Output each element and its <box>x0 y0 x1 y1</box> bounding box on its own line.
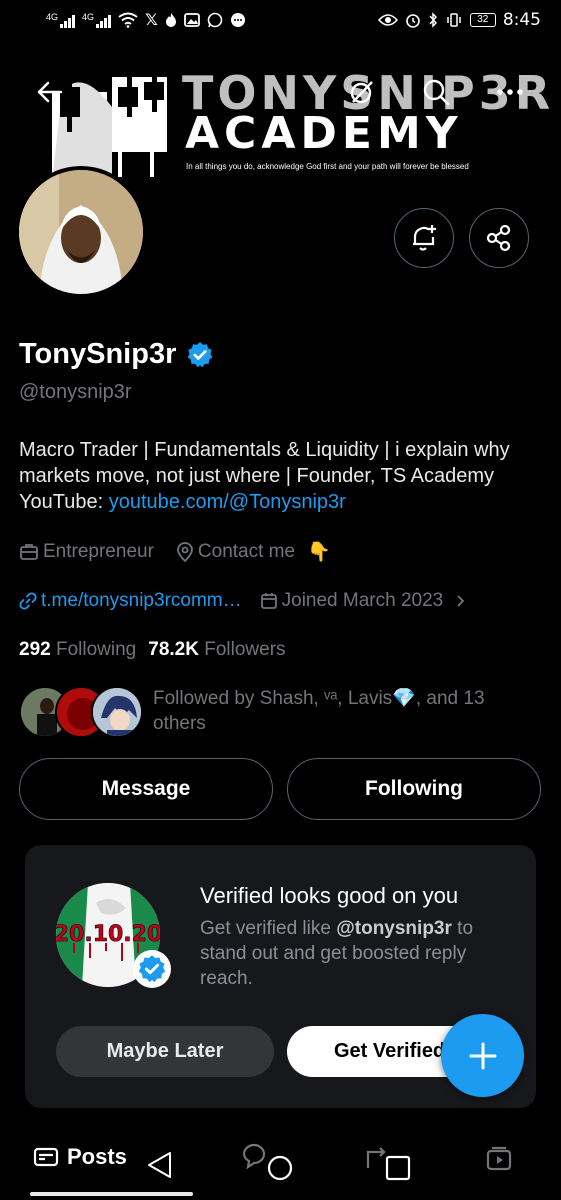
category-item: Entrepreneur <box>19 541 154 563</box>
more-horizontal-icon <box>497 89 523 95</box>
tab-posts[interactable]: Posts <box>33 1144 127 1170</box>
following-label: Following <box>55 639 137 660</box>
card-desc-before: Get verified like <box>200 918 337 939</box>
clock: 8:45 <box>502 10 541 30</box>
website-link[interactable]: t.me/tonysnip3rcomm… <box>19 590 242 612</box>
profile-bio: Macro Trader | Fundamentals & Liquidity … <box>19 437 539 515</box>
plus-icon <box>469 1042 496 1069</box>
network-type-1: 4G <box>46 12 59 22</box>
follow-counts: 292 Following 78.2K Followers <box>19 639 286 661</box>
chevron-right-icon <box>457 595 465 607</box>
link-icon <box>19 592 37 610</box>
following-count: 292 <box>19 639 51 660</box>
profile-meta-row-1: Entrepreneur Contact me 👇 <box>19 540 331 564</box>
bell-plus-icon <box>413 225 436 251</box>
calendar-icon <box>260 593 277 609</box>
following-button[interactable]: Following <box>287 758 541 820</box>
notifications-subscribe-button[interactable] <box>394 208 454 268</box>
search-icon <box>423 79 450 106</box>
card-title: Verified looks good on you <box>200 883 459 908</box>
verified-badge-icon <box>138 955 166 983</box>
share-icon <box>486 224 511 252</box>
briefcase-icon <box>20 544 38 560</box>
card-verified-badge <box>133 950 171 988</box>
status-right: 32 8:45 <box>377 10 541 30</box>
card-avatar-text: 20.10.20 <box>56 922 160 947</box>
profile-avatar[interactable] <box>15 166 147 298</box>
status-bar: 4G 4G 𝕏 32 8:45 <box>0 0 561 40</box>
signal-2: 4G <box>82 12 112 28</box>
grok-icon <box>350 81 373 104</box>
compose-post-button[interactable] <box>441 1014 524 1097</box>
back-button[interactable] <box>34 76 66 108</box>
whatsapp-icon <box>207 12 223 28</box>
display-name-text: TonySnip3r <box>19 338 177 370</box>
bio-link[interactable]: youtube.com/@Tonysnip3r <box>109 491 346 513</box>
joined-text: Joined March 2023 <box>281 590 444 611</box>
more-options-button[interactable] <box>494 76 526 108</box>
followers-count-link[interactable]: 78.2K Followers <box>148 639 285 661</box>
share-profile-button[interactable] <box>469 208 529 268</box>
grok-button[interactable] <box>346 76 378 108</box>
signal-bars-1-icon <box>60 14 76 28</box>
home-indicator[interactable] <box>30 1192 193 1196</box>
signal-bars-2-icon <box>96 14 112 28</box>
nav-back-icon[interactable] <box>145 1150 175 1180</box>
network-type-2: 4G <box>82 12 95 22</box>
followed-by-row[interactable]: Followed by Shash, ᵛᵃ, Lavis💎, and 13 ot… <box>19 686 533 738</box>
follower-avatar-3 <box>91 686 143 738</box>
nav-home-icon[interactable] <box>266 1154 294 1182</box>
card-desc-handle: @tonysnip3r <box>336 918 452 939</box>
gallery-notification-icon <box>184 13 200 27</box>
followers-label: Followers <box>204 639 286 660</box>
wifi-icon <box>118 12 138 28</box>
bottom-bar: Posts <box>0 1124 561 1200</box>
posts-icon <box>33 1147 59 1167</box>
banner-subtitle: ACADEMY <box>185 108 463 159</box>
website-text: t.me/tonysnip3rcomm… <box>41 590 242 611</box>
display-name: TonySnip3r <box>19 338 214 371</box>
tab-media-icon[interactable] <box>485 1146 513 1172</box>
verified-badge-icon[interactable] <box>186 341 214 369</box>
x-app-icon: 𝕏 <box>145 12 158 29</box>
chat-bubble-icon <box>230 13 245 27</box>
avatar-photo <box>19 170 143 294</box>
arrow-left-icon <box>37 81 63 103</box>
message-button[interactable]: Message <box>19 758 273 820</box>
profile-handle: @tonysnip3r <box>19 381 132 403</box>
signal-1: 4G <box>46 12 76 28</box>
location-text: Contact me <box>197 541 296 562</box>
alarm-icon <box>406 14 420 28</box>
banner-tagline: In all things you do, acknowledge God fi… <box>186 162 469 171</box>
search-button[interactable] <box>420 76 452 108</box>
vibrate-icon <box>447 13 461 27</box>
followed-by-text: Followed by Shash, ᵛᵃ, Lavis💎, and 13 ot… <box>153 688 485 734</box>
location-item: Contact me 👇 <box>176 540 331 564</box>
battery-indicator: 32 <box>469 13 496 27</box>
nav-recents-icon[interactable] <box>384 1154 412 1182</box>
category-text: Entrepreneur <box>43 541 154 562</box>
joined-item[interactable]: Joined March 2023 <box>260 590 468 612</box>
tab-posts-label: Posts <box>67 1144 127 1169</box>
card-description: Get verified like @tonysnip3r to stand o… <box>200 916 520 991</box>
follower-avatars <box>19 686 143 738</box>
location-pin-icon <box>177 542 193 562</box>
maybe-later-button[interactable]: Maybe Later <box>56 1026 274 1077</box>
following-count-link[interactable]: 292 Following <box>19 639 136 661</box>
bluetooth-icon <box>429 12 437 28</box>
eye-icon <box>377 14 398 26</box>
status-left: 4G 4G 𝕏 <box>46 10 246 30</box>
profile-meta-row-2: t.me/tonysnip3rcomm… Joined March 2023 <box>19 590 467 612</box>
flame-icon <box>165 13 176 27</box>
pointing-down-emoji: 👇 <box>307 542 331 563</box>
followers-count: 78.2K <box>148 639 199 660</box>
avatar-portrait-icon <box>19 170 143 294</box>
